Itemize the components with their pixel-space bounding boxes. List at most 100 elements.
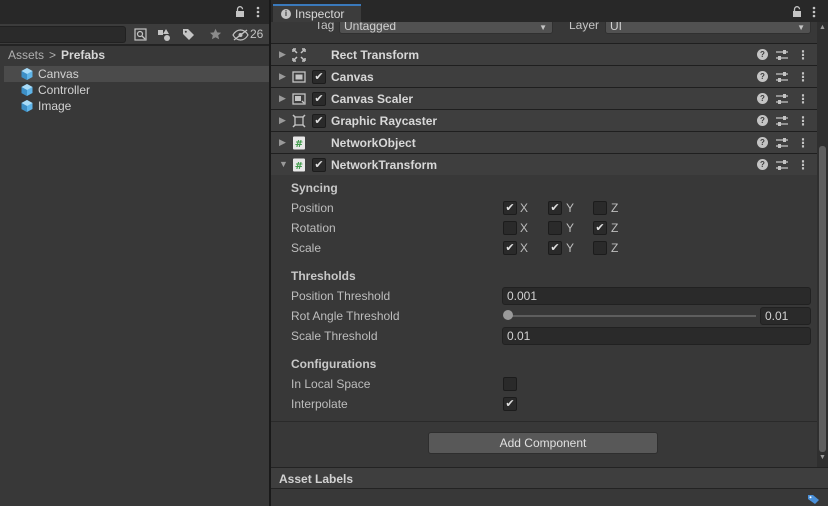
inspector-tab-bar: i Inspector: [271, 0, 828, 22]
component-graphic-raycaster[interactable]: ▶ ✔ Graphic Raycaster ? ⋮: [271, 109, 817, 131]
component-enabled-checkbox[interactable]: ✔: [312, 158, 326, 172]
inspector-scrollbar[interactable]: ▲ ▼: [817, 22, 828, 467]
foldout-arrow-icon[interactable]: ▶: [279, 49, 286, 60]
kebab-menu-icon[interactable]: [252, 6, 264, 18]
breadcrumb-assets[interactable]: Assets: [8, 48, 44, 62]
scale-z-checkbox[interactable]: [593, 241, 607, 255]
asset-item-controller[interactable]: Controller: [4, 82, 270, 98]
canvas-scaler-icon: [292, 93, 306, 105]
component-canvas-scaler[interactable]: ▶ ✔ Canvas Scaler ? ⋮: [271, 87, 817, 109]
favorites-star-icon[interactable]: [205, 26, 225, 43]
rot-angle-threshold-slider-knob[interactable]: [503, 310, 513, 320]
component-name: NetworkObject: [331, 136, 416, 150]
kebab-menu-icon[interactable]: ⋮: [797, 48, 809, 62]
tag-label: Tag: [315, 22, 335, 32]
interpolate-label: Interpolate: [291, 397, 348, 411]
breadcrumb: Assets > Prefabs: [8, 47, 105, 63]
in-local-space-checkbox[interactable]: [503, 377, 517, 391]
axis-y-label: Y: [566, 201, 575, 215]
prefab-cube-icon: [21, 68, 33, 80]
component-name: Graphic Raycaster: [331, 114, 438, 128]
tag-layer-row: Tag Untagged ▼ Layer UI ▼: [271, 22, 818, 34]
component-network-transform[interactable]: ▼ # ✔ NetworkTransform ? ⋮: [271, 153, 817, 175]
scale-threshold-field[interactable]: 0.01: [502, 327, 811, 345]
kebab-menu-icon[interactable]: ⋮: [797, 114, 809, 128]
component-rect-transform[interactable]: ▶ Rect Transform ? ⋮: [271, 43, 817, 65]
axis-z-label: Z: [611, 221, 619, 235]
rot-angle-threshold-slider-track[interactable]: [507, 315, 756, 317]
axis-x-label: X: [520, 201, 529, 215]
scale-y-checkbox[interactable]: ✔: [548, 241, 562, 255]
help-icon[interactable]: ?: [757, 137, 768, 148]
asset-labels-header[interactable]: Asset Labels: [271, 467, 828, 489]
filter-by-type-icon[interactable]: [154, 26, 174, 43]
presets-icon[interactable]: [775, 92, 789, 106]
scale-x-checkbox[interactable]: ✔: [503, 241, 517, 255]
tag-dropdown[interactable]: Untagged ▼: [339, 22, 553, 34]
layer-value: UI: [610, 22, 622, 33]
component-name: Canvas Scaler: [331, 92, 414, 106]
component-name: Canvas: [331, 70, 374, 84]
inspector-panel: i Inspector Tag Untagged ▼ Layer UI ▼ ▶ …: [271, 0, 828, 506]
layer-dropdown[interactable]: UI ▼: [605, 22, 811, 34]
lock-icon[interactable]: [234, 6, 246, 18]
kebab-menu-icon[interactable]: ⋮: [797, 70, 809, 84]
search-input[interactable]: [0, 26, 126, 43]
rect-transform-icon: [292, 48, 306, 62]
add-component-button[interactable]: Add Component: [428, 432, 658, 454]
help-icon[interactable]: ?: [757, 93, 768, 104]
scale-threshold-label: Scale Threshold: [291, 329, 378, 343]
rotation-x-checkbox[interactable]: [503, 221, 517, 235]
component-enabled-checkbox[interactable]: ✔: [312, 70, 326, 84]
info-icon: i: [281, 9, 291, 19]
help-icon[interactable]: ?: [757, 159, 768, 170]
tab-inspector[interactable]: i Inspector: [273, 4, 361, 22]
breadcrumb-separator: >: [49, 48, 57, 62]
hidden-packages-eye-icon[interactable]: [230, 26, 250, 43]
kebab-menu-icon[interactable]: ⋮: [797, 92, 809, 106]
foldout-arrow-expanded-icon[interactable]: ▼: [279, 159, 288, 169]
position-x-checkbox[interactable]: ✔: [503, 201, 517, 215]
hidden-count: 26: [250, 27, 264, 41]
foldout-arrow-icon[interactable]: ▶: [279, 93, 286, 104]
axis-z-label: Z: [611, 201, 619, 215]
position-threshold-field[interactable]: 0.001: [502, 287, 811, 305]
filter-by-label-icon[interactable]: [178, 26, 198, 43]
divider: [271, 421, 817, 422]
asset-item-canvas[interactable]: Canvas: [4, 66, 270, 82]
tag-value: Untagged: [344, 22, 397, 33]
scroll-up-arrow-icon[interactable]: ▲: [819, 24, 826, 31]
asset-item-image[interactable]: Image: [4, 98, 270, 114]
kebab-menu-icon[interactable]: [808, 6, 820, 18]
breadcrumb-prefabs[interactable]: Prefabs: [61, 48, 105, 62]
position-y-checkbox[interactable]: ✔: [548, 201, 562, 215]
help-icon[interactable]: ?: [757, 71, 768, 82]
presets-icon[interactable]: [775, 70, 789, 84]
scrollbar-thumb[interactable]: [819, 146, 826, 452]
presets-icon[interactable]: [775, 48, 789, 62]
help-icon[interactable]: ?: [757, 115, 768, 126]
search-by-type-icon[interactable]: [130, 26, 150, 43]
component-enabled-checkbox[interactable]: ✔: [312, 114, 326, 128]
kebab-menu-icon[interactable]: ⋮: [797, 158, 809, 172]
foldout-arrow-icon[interactable]: ▶: [279, 137, 286, 148]
component-enabled-checkbox[interactable]: ✔: [312, 92, 326, 106]
rot-angle-threshold-field[interactable]: 0.01: [760, 307, 811, 325]
kebab-menu-icon[interactable]: ⋮: [797, 136, 809, 150]
rotation-z-checkbox[interactable]: ✔: [593, 221, 607, 235]
rotation-y-checkbox[interactable]: [548, 221, 562, 235]
interpolate-checkbox[interactable]: ✔: [503, 397, 517, 411]
scroll-down-arrow-icon[interactable]: ▼: [819, 454, 826, 461]
presets-icon[interactable]: [775, 158, 789, 172]
foldout-arrow-icon[interactable]: ▶: [279, 71, 286, 82]
lock-icon[interactable]: [791, 6, 803, 18]
component-canvas[interactable]: ▶ ✔ Canvas ? ⋮: [271, 65, 817, 87]
asset-label: Canvas: [38, 67, 79, 81]
position-z-checkbox[interactable]: [593, 201, 607, 215]
presets-icon[interactable]: [775, 114, 789, 128]
help-icon[interactable]: ?: [757, 49, 768, 60]
foldout-arrow-icon[interactable]: ▶: [279, 115, 286, 126]
asset-label-tag-icon[interactable]: [807, 494, 820, 505]
presets-icon[interactable]: [775, 136, 789, 150]
component-network-object[interactable]: ▶ # NetworkObject ? ⋮: [271, 131, 817, 153]
